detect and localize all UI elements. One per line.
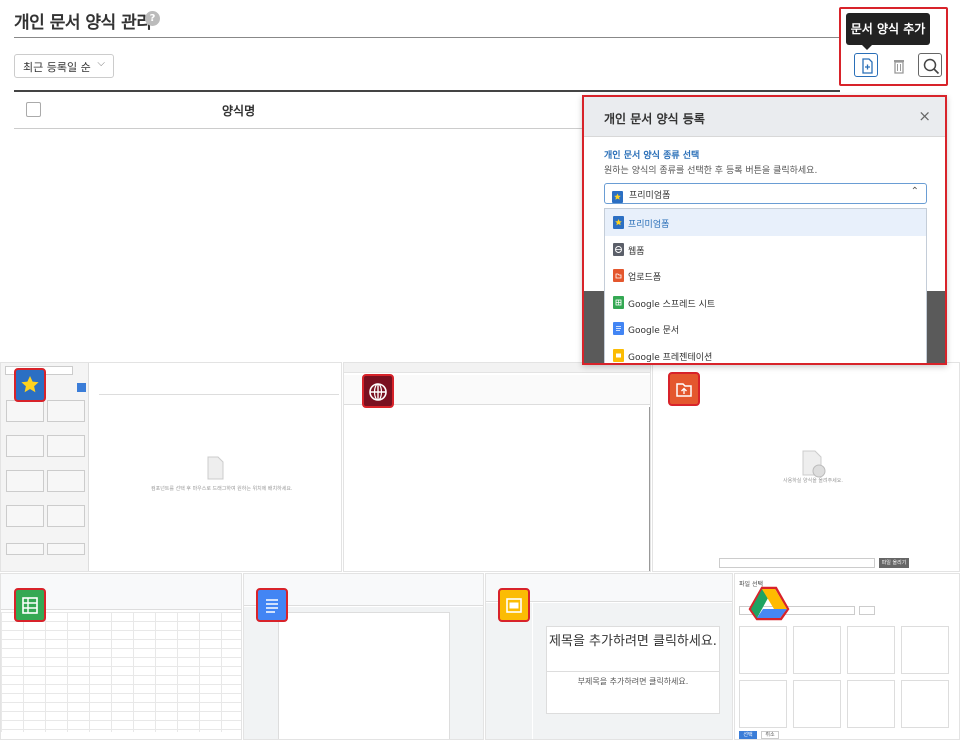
palette-toggle: [77, 383, 86, 392]
option-label: Google 프레젠테이션: [628, 352, 713, 363]
star-icon: [612, 188, 623, 203]
option-google-sheets[interactable]: Google 스프레드 시트: [605, 289, 926, 316]
sheets-icon: [613, 295, 624, 309]
upload-form-icon: [668, 372, 700, 406]
drive-cancel-button: 취소: [761, 731, 779, 739]
slides-icon: [498, 588, 530, 622]
web-form-icon: [362, 374, 394, 408]
upload-icon: [613, 269, 624, 282]
sort-select[interactable]: 최근 등록일 순 ⌵: [14, 54, 114, 78]
slides-icon: [613, 348, 624, 362]
star-icon: [613, 216, 624, 229]
option-label: 프리미엄폼: [628, 220, 670, 230]
column-form-name: 양식명: [222, 104, 256, 118]
globe-icon: [613, 242, 624, 256]
chevron-down-icon: ⌵: [97, 58, 105, 69]
form-type-select[interactable]: 프리미엄폼 ⌃: [604, 183, 927, 204]
chevron-up-icon: ⌃: [910, 186, 919, 197]
premium-canvas-hint: 컴포넌트를 선택 후 마우스로 드래그하여 원하는 위치에 배치하세요.: [151, 486, 293, 492]
help-icon[interactable]: ?: [145, 11, 160, 26]
option-label: Google 문서: [628, 326, 680, 336]
google-drive-icon: [748, 586, 790, 621]
select-all-checkbox[interactable]: [26, 102, 41, 117]
upload-hint: 사용하실 양식을 올려주세요.: [783, 478, 843, 484]
premium-form-icon: [14, 368, 46, 402]
add-document-icon: [862, 58, 873, 74]
slide-title: 제목을 추가하려면 클릭하세요.: [549, 634, 717, 649]
delete-form-button[interactable]: [886, 53, 910, 77]
form-type-dropdown: 프리미엄폼 웹폼 업로드폼 Google 스프레드 시트 Google 문서 G…: [604, 208, 927, 364]
trash-icon: [894, 60, 904, 74]
sort-select-label: 최근 등록일 순: [23, 61, 91, 74]
slide-subtitle: 부제목을 추가하려면 클릭하세요.: [547, 671, 719, 687]
option-google-docs[interactable]: Google 문서: [605, 315, 926, 342]
upload-file-button: 파일 올리기: [879, 558, 909, 568]
drag-document-icon: [207, 456, 224, 480]
option-label: 업로드폼: [628, 273, 662, 283]
page-title: 개인 문서 양식 관리: [14, 13, 152, 33]
upload-document-icon: [802, 450, 826, 478]
sheets-icon: [14, 588, 46, 622]
form-type-selected: 프리미엄폼: [629, 191, 671, 201]
add-form-tooltip: 문서 양식 추가: [846, 13, 930, 50]
search-icon: [923, 58, 940, 75]
dialog-header: 개인 문서 양식 등록 ×: [584, 97, 945, 137]
docs-icon: [256, 588, 288, 622]
search-button[interactable]: [918, 53, 942, 77]
form-register-dialog: 개인 문서 양식 등록 × 개인 문서 양식 종류 선택 원하는 양식의 종류를…: [582, 95, 947, 365]
option-upload-form[interactable]: 업로드폼: [605, 262, 926, 289]
docs-icon: [613, 322, 624, 335]
option-label: 웹폼: [628, 246, 645, 257]
upload-path-field: [719, 558, 875, 568]
option-web-form[interactable]: 웹폼: [605, 236, 926, 263]
form-type-description: 원하는 양식의 종류를 선택한 후 등록 버튼을 클릭하세요.: [604, 166, 818, 176]
title-divider: [14, 37, 840, 38]
drive-search-button: [859, 606, 875, 615]
drive-confirm-button: 선택: [739, 731, 757, 739]
option-google-slides[interactable]: Google 프레젠테이션: [605, 342, 926, 364]
option-label: Google 스프레드 시트: [628, 299, 716, 310]
option-premium-form[interactable]: 프리미엄폼: [605, 209, 926, 236]
slide-placeholder: 제목을 추가하려면 클릭하세요. 부제목을 추가하려면 클릭하세요.: [546, 626, 720, 714]
editor-body: [344, 407, 650, 571]
form-type-label: 개인 문서 양식 종류 선택: [604, 151, 700, 161]
sheets-grid: [1, 612, 241, 732]
dialog-title: 개인 문서 양식 등록: [604, 112, 705, 126]
close-icon[interactable]: ×: [918, 107, 931, 125]
premium-form-preview: 컴포넌트를 선택 후 마우스로 드래그하여 원하는 위치에 배치하세요.: [0, 362, 342, 572]
docs-page: [278, 612, 450, 739]
form-title-bar: [99, 383, 339, 395]
add-form-button[interactable]: [854, 53, 878, 77]
